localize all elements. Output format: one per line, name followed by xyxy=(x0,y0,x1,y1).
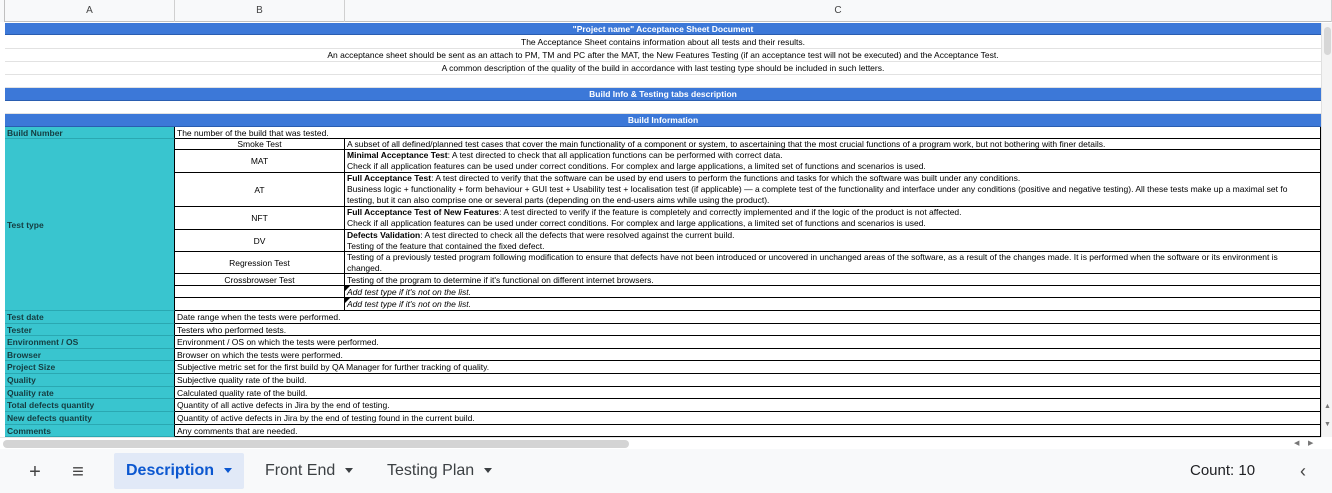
label-test-date[interactable]: Test date xyxy=(5,311,175,324)
test-type-name[interactable]: Crossbrowser Test xyxy=(175,274,345,286)
scroll-right-arrow-icon[interactable]: ▶ xyxy=(1308,439,1313,447)
label-new-defects[interactable]: New defects quantity xyxy=(5,412,175,425)
sheet-tab-label: Testing Plan xyxy=(387,462,475,479)
scroll-down-arrow-icon[interactable]: ▼ xyxy=(1324,421,1331,428)
column-header-a[interactable]: A xyxy=(5,0,175,22)
selection-count[interactable]: Count: 10 xyxy=(1190,453,1255,489)
empty-cell[interactable] xyxy=(175,286,345,298)
sheet-tab-bar: + ≡ Description Front End Testing Plan C… xyxy=(0,449,1332,493)
horizontal-scroll-thumb[interactable] xyxy=(3,440,629,448)
sheet-tab-testing-plan[interactable]: Testing Plan xyxy=(375,453,504,489)
column-header-b[interactable]: B xyxy=(175,0,345,22)
add-test-type-hint[interactable]: Add test type if it's not on the list. xyxy=(345,298,1321,311)
desc-total-defects[interactable]: Quantity of all active defects in Jira b… xyxy=(175,399,1321,412)
horizontal-scrollbar[interactable]: ◀ ▶ xyxy=(0,437,1321,449)
test-type-description[interactable]: Full Acceptance Test of New Features: A … xyxy=(345,207,1321,230)
label-build-number[interactable]: Build Number xyxy=(5,127,175,139)
sheet-tab-description[interactable]: Description xyxy=(114,453,245,489)
intro-line[interactable]: The Acceptance Sheet contains informatio… xyxy=(5,36,1321,49)
test-type-name[interactable]: AT xyxy=(175,173,345,207)
label-browser[interactable]: Browser xyxy=(5,349,175,361)
empty-cell[interactable] xyxy=(175,298,345,311)
scroll-left-arrow-icon[interactable]: ◀ xyxy=(1294,439,1299,447)
intro-line[interactable]: A common description of the quality of t… xyxy=(5,62,1321,75)
label-tester[interactable]: Tester xyxy=(5,324,175,336)
sheet-tab-front-end[interactable]: Front End xyxy=(253,453,365,489)
desc-browser[interactable]: Browser on which the tests were performe… xyxy=(175,349,1321,361)
test-type-description[interactable]: Minimal Acceptance Test: A test directed… xyxy=(345,150,1321,173)
intro-line[interactable]: An acceptance sheet should be sent as an… xyxy=(5,49,1321,62)
label-environment[interactable]: Environment / OS xyxy=(5,336,175,349)
all-sheets-menu-icon[interactable]: ≡ xyxy=(64,459,92,485)
test-type-name[interactable]: DV xyxy=(175,230,345,252)
empty-row[interactable] xyxy=(5,101,1321,114)
test-type-description[interactable]: Full Acceptance Test: A test directed to… xyxy=(345,173,1321,207)
desc-comments[interactable]: Any comments that are needed. xyxy=(175,425,1321,437)
collapse-side-panel-icon[interactable]: ‹ xyxy=(1294,457,1312,485)
test-type-description[interactable]: Testing of the program to determine if i… xyxy=(345,274,1321,286)
desc-quality[interactable]: Subjective quality rate of the build. xyxy=(175,374,1321,387)
desc-environment[interactable]: Environment / OS on which the tests were… xyxy=(175,336,1321,349)
desc-new-defects[interactable]: Quantity of active defects in Jira by th… xyxy=(175,412,1321,425)
spreadsheet-grid[interactable]: "Project name" Acceptance Sheet Document… xyxy=(5,23,1321,437)
label-quality[interactable]: Quality xyxy=(5,374,175,387)
label-test-type[interactable]: Test type xyxy=(5,139,175,311)
label-comments[interactable]: Comments xyxy=(5,425,175,437)
test-type-description[interactable]: A subset of all defined/planned test cas… xyxy=(345,139,1321,150)
vertical-scroll-thumb[interactable] xyxy=(1324,27,1331,55)
test-type-description[interactable]: Defects Validation: A test directed to c… xyxy=(345,230,1321,252)
desc-build-number[interactable]: The number of the build that was tested. xyxy=(175,127,1321,139)
scroll-up-arrow-icon[interactable]: ▲ xyxy=(1324,403,1331,410)
chevron-down-icon[interactable] xyxy=(224,468,233,474)
test-type-name[interactable]: MAT xyxy=(175,150,345,173)
vertical-scrollbar[interactable]: ▲ ▼ xyxy=(1321,23,1332,437)
section-header-testing-tabs[interactable]: Build Info & Testing tabs description xyxy=(5,88,1321,101)
test-type-name[interactable]: NFT xyxy=(175,207,345,230)
add-sheet-icon[interactable]: + xyxy=(22,459,48,485)
desc-project-size[interactable]: Subjective metric set for the first buil… xyxy=(175,361,1321,374)
column-header-c[interactable]: C xyxy=(345,0,1332,22)
label-project-size[interactable]: Project Size xyxy=(5,361,175,374)
empty-row[interactable] xyxy=(5,75,1321,88)
desc-quality-rate[interactable]: Calculated quality rate of the build. xyxy=(175,387,1321,399)
section-header-build-info[interactable]: Build Information xyxy=(5,114,1321,127)
sheet-tab-label: Front End xyxy=(265,462,336,479)
sheet-tab-label: Description xyxy=(126,462,215,479)
test-type-name[interactable]: Regression Test xyxy=(175,252,345,274)
column-header-bar: A B C xyxy=(0,0,1332,22)
chevron-down-icon[interactable] xyxy=(345,468,354,474)
label-total-defects[interactable]: Total defects quantity xyxy=(5,399,175,412)
chevron-down-icon[interactable] xyxy=(484,468,493,474)
add-test-type-hint[interactable]: Add test type if it's not on the list. xyxy=(345,286,1321,298)
test-type-name[interactable]: Smoke Test xyxy=(175,139,345,150)
document-title[interactable]: "Project name" Acceptance Sheet Document xyxy=(5,23,1321,35)
desc-test-date[interactable]: Date range when the tests were performed… xyxy=(175,311,1321,324)
label-quality-rate[interactable]: Quality rate xyxy=(5,387,175,399)
desc-tester[interactable]: Testers who performed tests. xyxy=(175,324,1321,336)
test-type-description[interactable]: Testing of a previously tested program f… xyxy=(345,252,1321,274)
